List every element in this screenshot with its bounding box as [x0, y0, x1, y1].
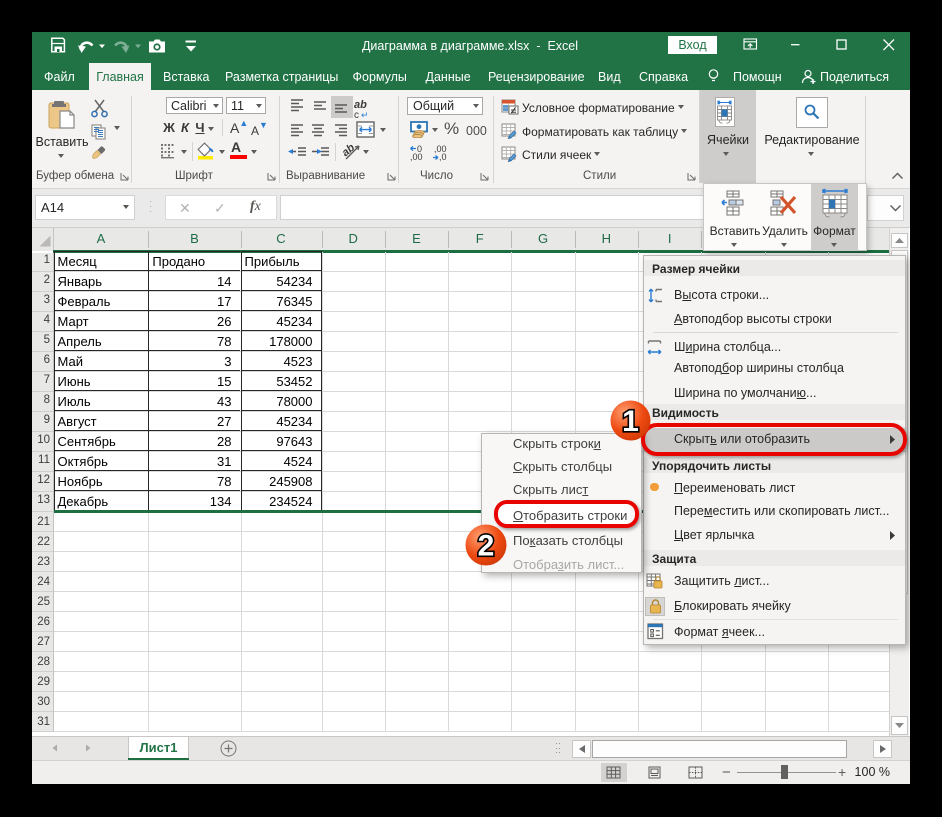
svg-text:↵: ↵ [361, 110, 369, 120]
svg-text:c: c [354, 110, 359, 121]
svg-text:,0: ,0 [439, 152, 447, 162]
svg-text:2: 2 [478, 530, 495, 563]
svg-text:,00: ,00 [410, 152, 423, 162]
svg-text:1: 1 [622, 405, 639, 438]
